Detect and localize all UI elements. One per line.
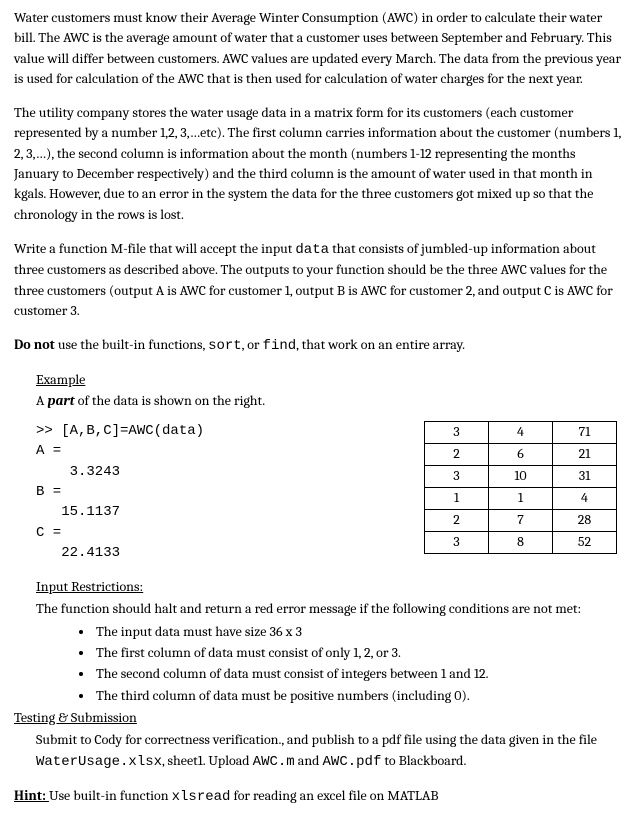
table-cell: 8: [489, 532, 553, 554]
text: for reading an excel file on MATLAB: [230, 787, 438, 804]
text: of the data is shown on the right.: [75, 392, 266, 409]
matlab-output: >> [A,B,C]=AWC(data) A = 3.3243 B = 15.1…: [36, 421, 204, 563]
testing-heading: Testing & Submission: [14, 709, 137, 726]
text: Water customers must know their Average …: [14, 9, 621, 87]
restrictions-heading: Input Restrictions:: [36, 577, 621, 597]
inline-code-sort: sort: [208, 338, 242, 354]
heading-text: Input Restrictions:: [36, 578, 143, 595]
text: , or: [242, 336, 263, 353]
table-cell: 2: [425, 510, 489, 532]
submission-paragraph: Submit to Cody for correctness verificat…: [36, 730, 621, 772]
hint-label: Hint:: [14, 787, 49, 804]
input-restrictions-section: Input Restrictions: The function should …: [36, 577, 621, 706]
list-item: The first column of data must consist of…: [94, 643, 621, 663]
restrictions-list: The input data must have size 36 x 3The …: [94, 622, 621, 706]
data-sample-table: 347126213103111427283852: [424, 421, 617, 554]
paragraph-awc-intro: Water customers must know their Average …: [14, 8, 621, 89]
hint-line: Hint: Use built-in function xlsread for …: [14, 786, 621, 807]
text: Use built-in function: [49, 787, 172, 804]
table-cell: 3: [425, 422, 489, 444]
table-cell: 6: [489, 444, 553, 466]
table-cell: 1: [489, 488, 553, 510]
list-item: The third column of data must be positiv…: [94, 686, 621, 706]
testing-heading-line: Testing & Submission: [14, 708, 621, 728]
table-row: 3471: [425, 422, 617, 444]
text: use the built-in functions,: [55, 336, 208, 353]
table-cell: 3: [425, 466, 489, 488]
paragraph-matrix-desc: The utility company stores the water usa…: [14, 103, 621, 225]
text: The utility company stores the water usa…: [14, 104, 621, 222]
inline-code-xlsread: xlsread: [172, 789, 231, 805]
text: Submit to Cody for correctness verificat…: [36, 731, 597, 748]
table-row: 3852: [425, 532, 617, 554]
table-cell: 2: [425, 444, 489, 466]
table-row: 2728: [425, 510, 617, 532]
text: , that work on an entire array.: [296, 336, 465, 353]
heading-text: Example: [36, 371, 85, 388]
paragraph-restriction-note: Do not use the built-in functions, sort,…: [14, 335, 621, 356]
list-item: The input data must have size 36 x 3: [94, 622, 621, 642]
text: and: [295, 752, 323, 769]
word-part: part: [47, 392, 74, 409]
table-cell: 4: [489, 422, 553, 444]
inline-code-awc-pdf: AWC.pdf: [323, 754, 382, 770]
table-cell: 7: [489, 510, 553, 532]
restrictions-intro: The function should halt and return a re…: [36, 599, 621, 619]
example-desc: A part of the data is shown on the right…: [36, 391, 621, 411]
do-not-label: Do not: [14, 336, 55, 353]
text: to Blackboard.: [381, 752, 466, 769]
inline-code-awc-m: AWC.m: [253, 754, 295, 770]
table-cell: 3: [425, 532, 489, 554]
list-item: The second column of data must consist o…: [94, 664, 621, 684]
text: A: [36, 392, 47, 409]
table-row: 114: [425, 488, 617, 510]
table-row: 31031: [425, 466, 617, 488]
table-row: 2621: [425, 444, 617, 466]
table-cell: 1: [425, 488, 489, 510]
paragraph-task: Write a function M-file that will accept…: [14, 239, 621, 321]
inline-code-data: data: [295, 242, 329, 258]
inline-code-find: find: [263, 338, 297, 354]
example-heading: Example: [36, 370, 621, 390]
table-cell: 10: [489, 466, 553, 488]
example-section: Example A part of the data is shown on t…: [36, 370, 621, 563]
inline-code-xlsx: WaterUsage.xlsx: [36, 754, 162, 770]
text: Write a function M-file that will accept…: [14, 240, 295, 257]
example-columns: >> [A,B,C]=AWC(data) A = 3.3243 B = 15.1…: [36, 421, 621, 563]
table-cell: 4: [553, 488, 617, 510]
table-cell: 71: [553, 422, 617, 444]
table-cell: 21: [553, 444, 617, 466]
table-cell: 52: [553, 532, 617, 554]
table-cell: 31: [553, 466, 617, 488]
text: , sheet1. Upload: [162, 752, 253, 769]
table-cell: 28: [553, 510, 617, 532]
